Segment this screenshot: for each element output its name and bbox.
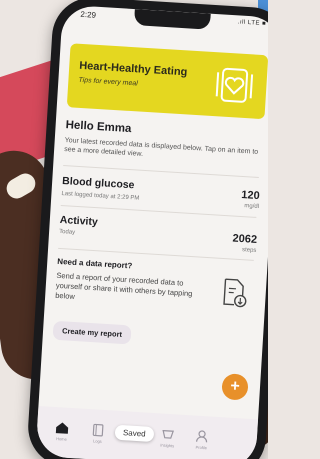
tab-home[interactable]: Home	[46, 421, 77, 443]
greeting-title: Hello Emma	[65, 119, 132, 136]
hero-title: Heart-Healthy Eating	[78, 59, 188, 79]
heart-healthy-eating-card[interactable]: Heart-Healthy Eating Tips for every meal	[66, 43, 268, 120]
saved-toast: Saved	[114, 424, 155, 443]
logs-icon	[92, 423, 104, 437]
report-description: Send a report of your recorded data to y…	[54, 270, 193, 301]
activity-value: 2062	[232, 232, 258, 246]
tab-profile[interactable]: Profile	[186, 429, 217, 451]
insights-icon	[162, 429, 174, 439]
activity-unit: steps	[241, 247, 257, 254]
tab-logs-label: Logs	[92, 438, 102, 444]
tab-logs[interactable]: Logs	[82, 423, 113, 445]
hero-subtitle: Tips for every meal	[78, 76, 138, 88]
tab-home-label: Home	[56, 436, 67, 442]
home-icon	[55, 422, 69, 434]
greeting-description: Your latest recorded data is displayed b…	[63, 137, 259, 158]
blood-glucose-label: Blood glucose	[61, 174, 135, 192]
phone: 2:29 .ıll LTE ■ Heart-Healthy Eating Tip…	[25, 0, 268, 459]
download-report-icon	[223, 278, 247, 308]
profile-icon	[195, 430, 208, 443]
background-scene: 2:29 .ıll LTE ■ Heart-Healthy Eating Tip…	[0, 0, 268, 459]
plate-heart-icon	[215, 67, 254, 103]
phone-screen: 2:29 .ıll LTE ■ Heart-Healthy Eating Tip…	[35, 4, 268, 459]
tab-insights-label: Insights	[160, 442, 175, 449]
activity-timestamp: Today	[58, 228, 76, 236]
status-time: 2:29	[80, 9, 97, 20]
activity-label: Activity	[59, 213, 99, 229]
tab-profile-label: Profile	[195, 444, 208, 451]
report-title: Need a data report?	[57, 256, 133, 271]
add-button[interactable]: +	[221, 373, 249, 401]
blood-glucose-timestamp: Last logged today at 2:29 PM	[61, 190, 140, 202]
blood-glucose-value: 120	[240, 188, 261, 203]
blood-glucose-unit: mg/dl	[244, 203, 260, 211]
status-indicators: .ıll LTE ■	[237, 19, 267, 28]
tab-insights[interactable]: Insights	[152, 428, 183, 449]
create-report-button[interactable]: Create my report	[52, 320, 132, 345]
